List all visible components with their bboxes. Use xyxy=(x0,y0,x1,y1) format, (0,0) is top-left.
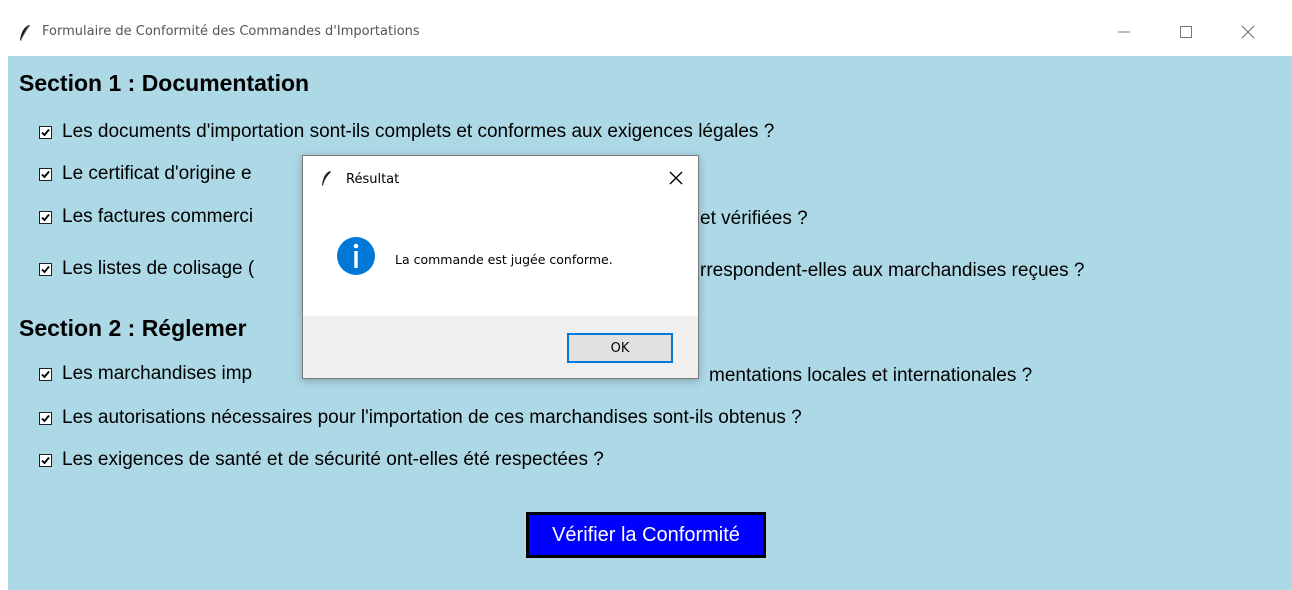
section2-item-2[interactable]: Les autorisations nécessaires pour l'imp… xyxy=(39,407,802,429)
section-2-title: Section 2 : Réglemer xyxy=(19,315,247,341)
verify-conformity-button[interactable]: Vérifier la Conformité xyxy=(526,512,766,558)
section1-item-2[interactable]: Le certificat d'origine e xyxy=(39,163,252,185)
checkbox[interactable] xyxy=(39,411,52,425)
close-icon xyxy=(669,171,683,185)
item-label: Les listes de colisage ( xyxy=(62,258,255,279)
section1-item-4[interactable]: Les listes de colisage ( xyxy=(39,258,254,280)
close-button[interactable] xyxy=(1225,8,1271,56)
dialog-footer: OK xyxy=(303,316,698,378)
dialog-close-button[interactable] xyxy=(664,166,688,190)
section1-item-3[interactable]: Les factures commerci xyxy=(39,206,253,228)
item-label: Les documents d'importation sont-ils com… xyxy=(62,121,775,142)
checkbox[interactable] xyxy=(39,167,52,181)
dialog-title: Résultat xyxy=(346,172,400,187)
item-label: Les factures commerci xyxy=(62,206,254,227)
close-icon xyxy=(1241,25,1255,39)
minimize-icon xyxy=(1118,31,1130,33)
item-label: Les autorisations nécessaires pour l'imp… xyxy=(62,407,802,428)
item-label: Les exigences de santé et de sécurité on… xyxy=(62,449,604,470)
checkbox[interactable] xyxy=(39,367,52,381)
item-label-continuation: et vérifiées ? xyxy=(700,208,808,229)
checkbox[interactable] xyxy=(39,210,52,224)
item-label: Les marchandises imp xyxy=(62,363,253,384)
maximize-button[interactable] xyxy=(1163,8,1209,56)
info-icon xyxy=(337,237,375,275)
item-label-continuation: mentations locales et internationales ? xyxy=(709,365,1033,386)
checkbox[interactable] xyxy=(39,262,52,276)
title-bar[interactable]: Formulaire de Conformité des Commandes d… xyxy=(8,8,1292,56)
window-title: Formulaire de Conformité des Commandes d… xyxy=(42,24,420,39)
section-1-title: Section 1 : Documentation xyxy=(19,70,310,96)
item-label: Le certificat d'origine e xyxy=(62,163,252,184)
result-dialog: Résultat La commande est jugée conforme.… xyxy=(302,155,699,379)
item-label-continuation: rrespondent-elles aux marchandises reçue… xyxy=(700,260,1085,281)
section2-item-3[interactable]: Les exigences de santé et de sécurité on… xyxy=(39,449,604,471)
maximize-icon xyxy=(1180,26,1192,38)
minimize-button[interactable] xyxy=(1101,8,1147,56)
section2-item-1[interactable]: Les marchandises imp xyxy=(39,363,252,385)
feather-icon xyxy=(322,171,331,186)
dialog-title-bar[interactable]: Résultat xyxy=(303,156,698,202)
feather-icon xyxy=(20,24,31,41)
section1-item-1[interactable]: Les documents d'importation sont-ils com… xyxy=(39,121,774,143)
checkbox[interactable] xyxy=(39,125,52,139)
dialog-message: La commande est jugée conforme. xyxy=(395,252,613,267)
ok-button[interactable]: OK xyxy=(567,333,673,363)
checkbox[interactable] xyxy=(39,453,52,467)
